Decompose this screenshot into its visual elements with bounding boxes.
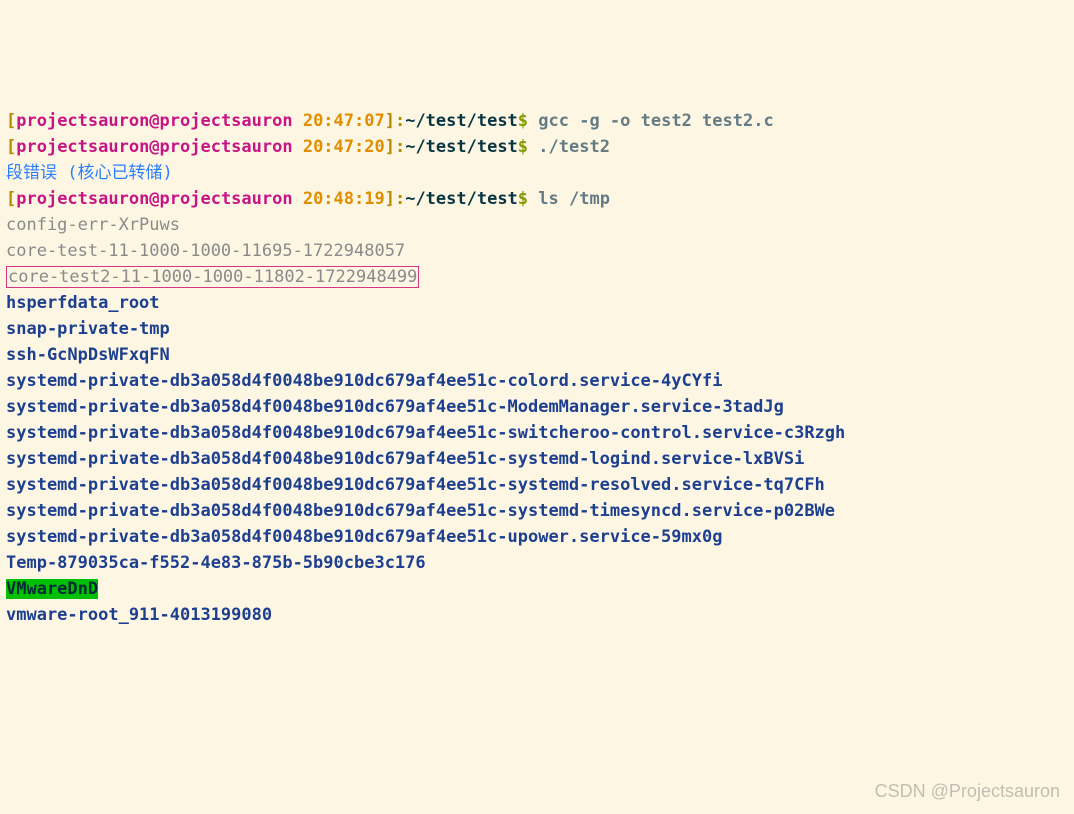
ls-file: config-err-XrPuws bbox=[6, 212, 1068, 238]
timestamp: 20:47:20 bbox=[303, 137, 385, 157]
bracket: [ bbox=[6, 189, 16, 209]
ls-dir: systemd-private-db3a058d4f0048be910dc679… bbox=[6, 446, 1068, 472]
ls-dir: systemd-private-db3a058d4f0048be910dc679… bbox=[6, 498, 1068, 524]
timestamp: 20:47:07 bbox=[303, 111, 385, 131]
bracket: ]: bbox=[385, 137, 405, 157]
prompt-line-3: [projectsauron@projectsauron 20:48:19]:~… bbox=[6, 186, 1068, 212]
cwd: ~/test/test bbox=[405, 111, 518, 131]
watermark: CSDN @Projectsauron bbox=[875, 778, 1060, 804]
prompt-line-2: [projectsauron@projectsauron 20:47:20]:~… bbox=[6, 134, 1068, 160]
ls-dir: hsperfdata_root bbox=[6, 290, 1068, 316]
bracket: [ bbox=[6, 111, 16, 131]
vmware-dnd-dir: VMwareDnD bbox=[6, 579, 98, 599]
prompt-line-1: [projectsauron@projectsauron 20:47:07]:~… bbox=[6, 108, 1068, 134]
ls-dir: Temp-879035ca-f552-4e83-875b-5b90cbe3c17… bbox=[6, 550, 1068, 576]
ls-dir: systemd-private-db3a058d4f0048be910dc679… bbox=[6, 368, 1068, 394]
ls-dir: vmware-root_911-4013199080 bbox=[6, 602, 1068, 628]
timestamp: 20:48:19 bbox=[303, 189, 385, 209]
dollar: $ bbox=[518, 189, 538, 209]
ls-dir-sticky: VMwareDnD bbox=[6, 576, 1068, 602]
user-host: projectsauron@projectsauron bbox=[16, 111, 303, 131]
bracket: ]: bbox=[385, 111, 405, 131]
bracket: [ bbox=[6, 137, 16, 157]
ls-dir: systemd-private-db3a058d4f0048be910dc679… bbox=[6, 394, 1068, 420]
cwd: ~/test/test bbox=[405, 137, 518, 157]
command: gcc -g -o test2 test2.c bbox=[538, 111, 773, 131]
dollar: $ bbox=[518, 137, 538, 157]
user-host: projectsauron@projectsauron bbox=[16, 137, 303, 157]
cwd: ~/test/test bbox=[405, 189, 518, 209]
ls-dir: systemd-private-db3a058d4f0048be910dc679… bbox=[6, 420, 1068, 446]
terminal[interactable]: [projectsauron@projectsauron 20:47:07]:~… bbox=[6, 108, 1068, 628]
segfault-message: 段错误 (核心已转储) bbox=[6, 160, 1068, 186]
ls-file: core-test-11-1000-1000-11695-1722948057 bbox=[6, 238, 1068, 264]
user-host: projectsauron@projectsauron bbox=[16, 189, 303, 209]
dollar: $ bbox=[518, 111, 538, 131]
ls-file-highlighted: core-test2-11-1000-1000-11802-1722948499 bbox=[6, 264, 1068, 290]
core-dump-file: core-test2-11-1000-1000-11802-1722948499 bbox=[6, 266, 419, 288]
command: ./test2 bbox=[538, 137, 610, 157]
command: ls /tmp bbox=[538, 189, 610, 209]
ls-dir: systemd-private-db3a058d4f0048be910dc679… bbox=[6, 524, 1068, 550]
ls-dir: snap-private-tmp bbox=[6, 316, 1068, 342]
bracket: ]: bbox=[385, 189, 405, 209]
ls-dir: systemd-private-db3a058d4f0048be910dc679… bbox=[6, 472, 1068, 498]
ls-dir: ssh-GcNpDsWFxqFN bbox=[6, 342, 1068, 368]
